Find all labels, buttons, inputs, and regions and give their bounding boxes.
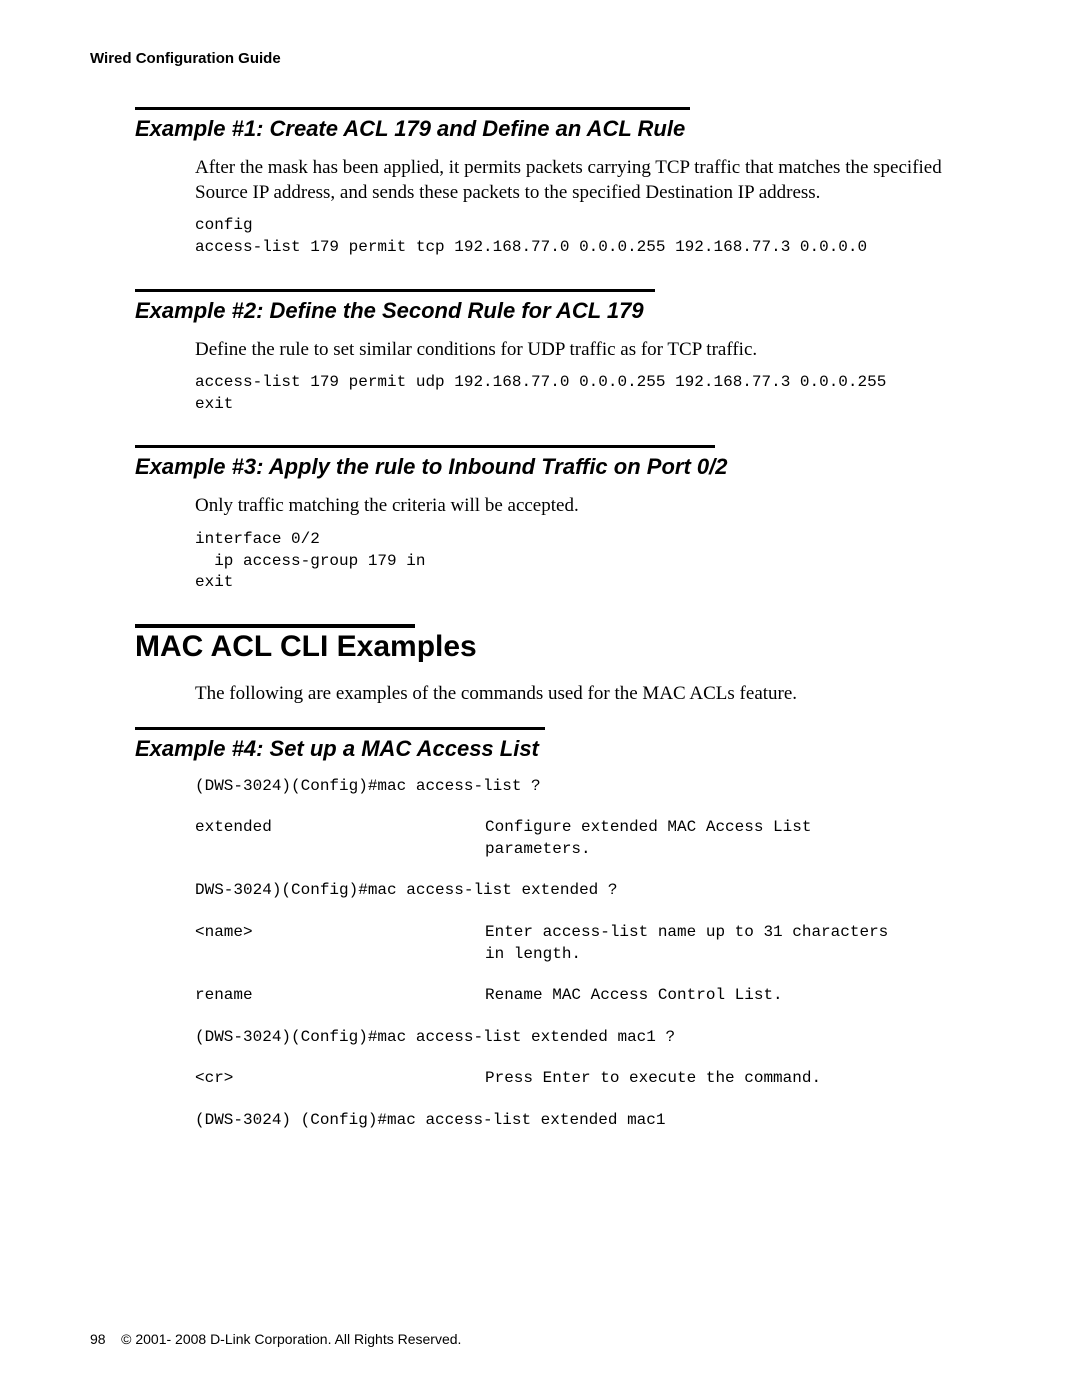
major-section-rule — [135, 624, 415, 628]
example-4-cli: (DWS-3024)(Config)#mac access-list ? ext… — [195, 776, 990, 1132]
cli-desc: Rename MAC Access Control List. — [485, 985, 915, 1007]
example-4-heading: Example #4: Set up a MAC Access List — [135, 736, 990, 762]
running-header: Wired Configuration Guide — [90, 50, 990, 67]
document-page: Wired Configuration Guide Example #1: Cr… — [0, 0, 1080, 1397]
example-3-code: interface 0/2 ip access-group 179 in exi… — [195, 529, 990, 594]
section-rule — [135, 289, 655, 292]
example-4-section: Example #4: Set up a MAC Access List (DW… — [135, 727, 990, 1132]
page-footer: 98 © 2001- 2008 D-Link Corporation. All … — [90, 1331, 461, 1347]
example-2-section: Example #2: Define the Second Rule for A… — [135, 289, 990, 416]
cli-desc: Configure extended MAC Access List param… — [485, 817, 915, 860]
example-1-paragraph: After the mask has been applied, it perm… — [195, 156, 955, 205]
cli-line: DWS-3024)(Config)#mac access-list extend… — [195, 880, 617, 902]
section-rule — [135, 727, 545, 730]
example-2-heading: Example #2: Define the Second Rule for A… — [135, 298, 990, 324]
copyright-text: © 2001- 2008 D-Link Corporation. All Rig… — [121, 1331, 461, 1347]
cli-line: (DWS-3024)(Config)#mac access-list exten… — [195, 1027, 675, 1049]
cli-term: <name> — [195, 922, 485, 965]
cli-desc: Enter access-list name up to 31 characte… — [485, 922, 915, 965]
cli-line: (DWS-3024)(Config)#mac access-list ? — [195, 776, 541, 798]
section-rule — [135, 107, 690, 110]
example-2-paragraph: Define the rule to set similar condition… — [195, 338, 955, 363]
page-number: 98 — [90, 1331, 106, 1347]
cli-term: <cr> — [195, 1068, 485, 1090]
example-3-section: Example #3: Apply the rule to Inbound Tr… — [135, 445, 990, 593]
cli-desc: Press Enter to execute the command. — [485, 1068, 915, 1090]
example-3-heading: Example #3: Apply the rule to Inbound Tr… — [135, 454, 990, 480]
mac-acl-heading: MAC ACL CLI Examples — [135, 630, 990, 664]
example-1-section: Example #1: Create ACL 179 and Define an… — [135, 107, 990, 259]
example-1-code: config access-list 179 permit tcp 192.16… — [195, 215, 990, 258]
cli-line: (DWS-3024) (Config)#mac access-list exte… — [195, 1110, 665, 1132]
section-rule — [135, 445, 715, 448]
example-2-code: access-list 179 permit udp 192.168.77.0 … — [195, 372, 990, 415]
example-3-paragraph: Only traffic matching the criteria will … — [195, 494, 955, 519]
example-1-heading: Example #1: Create ACL 179 and Define an… — [135, 116, 990, 142]
cli-term: rename — [195, 985, 485, 1007]
mac-acl-paragraph: The following are examples of the comman… — [195, 682, 955, 707]
cli-term: extended — [195, 817, 485, 860]
